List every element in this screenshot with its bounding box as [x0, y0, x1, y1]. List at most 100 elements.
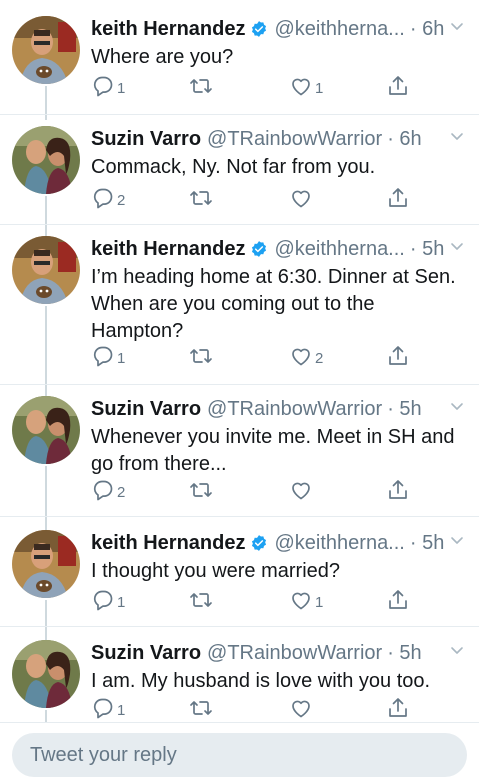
like-count: 2: [315, 349, 324, 367]
like-count: 1: [315, 593, 324, 611]
author-handle[interactable]: @TRainbowWarrior: [207, 398, 382, 421]
share-icon: [386, 696, 410, 724]
tweet-text: I am. My husband is love with you too.: [91, 670, 431, 692]
like-button[interactable]: 1: [289, 588, 323, 616]
retweet-button[interactable]: [189, 588, 213, 616]
like-icon: [289, 588, 313, 616]
timestamp[interactable]: · 6h: [387, 128, 421, 151]
like-button[interactable]: [289, 478, 315, 506]
chevron-down-icon[interactable]: [449, 128, 465, 144]
author-name[interactable]: Suzin Varro: [91, 128, 201, 151]
author-name[interactable]: keith Hernandez: [91, 238, 245, 261]
reply-icon: [91, 588, 115, 616]
chevron-down-icon[interactable]: [449, 532, 465, 548]
retweet-icon: [189, 74, 213, 102]
like-icon: [289, 478, 313, 506]
retweet-icon: [189, 344, 213, 372]
like-count: 1: [315, 79, 324, 97]
divider: [0, 384, 479, 385]
tweet-text: Where are you?: [91, 46, 234, 68]
tweet[interactable]: Suzin Varro @TRainbowWarrior · 5h Whenev…: [0, 394, 479, 516]
retweet-icon: [189, 696, 213, 724]
reply-button[interactable]: 1: [91, 74, 125, 102]
tweet[interactable]: keith Hernandez @keithherna... · 5h I’m …: [0, 234, 479, 384]
avatar-suzin[interactable]: [12, 640, 80, 708]
like-button[interactable]: 2: [289, 344, 323, 372]
share-button[interactable]: [386, 74, 410, 102]
author-name[interactable]: keith Hernandez: [91, 532, 245, 555]
thread-line: [45, 196, 47, 236]
reply-button[interactable]: 1: [91, 588, 125, 616]
share-button[interactable]: [386, 588, 410, 616]
reply-count: 1: [117, 349, 126, 367]
share-icon: [386, 74, 410, 102]
reply-button[interactable]: 2: [91, 478, 125, 506]
tweet[interactable]: Suzin Varro @TRainbowWarrior · 6h Commac…: [0, 124, 479, 216]
avatar-keith[interactable]: [12, 236, 80, 304]
author-handle[interactable]: @TRainbowWarrior: [207, 128, 382, 151]
tweet[interactable]: keith Hernandez @keithherna... · 5h I th…: [0, 528, 479, 620]
timestamp[interactable]: · 5h: [410, 238, 444, 261]
author-handle[interactable]: @keithherna...: [274, 532, 404, 555]
thread-line: [45, 466, 47, 530]
retweet-button[interactable]: [189, 696, 213, 724]
avatar-suzin[interactable]: [12, 396, 80, 464]
reply-button[interactable]: 1: [91, 696, 125, 724]
like-button[interactable]: 1: [289, 74, 323, 102]
timestamp[interactable]: · 6h: [410, 18, 444, 41]
timestamp[interactable]: · 5h: [387, 398, 421, 421]
reply-icon: [91, 696, 115, 724]
share-button[interactable]: [386, 696, 410, 724]
reply-icon: [91, 74, 115, 102]
share-icon: [386, 478, 410, 506]
reply-icon: [91, 478, 115, 506]
share-button[interactable]: [386, 186, 410, 214]
timestamp[interactable]: · 5h: [410, 532, 444, 555]
divider: [0, 516, 479, 517]
verified-badge-icon: [250, 20, 268, 38]
share-button[interactable]: [386, 478, 410, 506]
retweet-button[interactable]: [189, 186, 213, 214]
author-name[interactable]: keith Hernandez: [91, 18, 245, 41]
tweet[interactable]: Suzin Varro @TRainbowWarrior · 5h I am. …: [0, 638, 479, 724]
share-icon: [386, 588, 410, 616]
chevron-down-icon[interactable]: [449, 238, 465, 254]
tweet[interactable]: keith Hernandez @keithherna... · 6h Wher…: [0, 14, 479, 106]
retweet-button[interactable]: [189, 74, 213, 102]
avatar-keith[interactable]: [12, 16, 80, 84]
divider: [0, 224, 479, 225]
reply-button[interactable]: 1: [91, 344, 125, 372]
reply-count: 1: [117, 79, 126, 97]
reply-button[interactable]: 2: [91, 186, 125, 214]
avatar-keith[interactable]: [12, 530, 80, 598]
thread-line: [45, 306, 47, 396]
author-handle[interactable]: @keithherna...: [274, 238, 404, 261]
timestamp[interactable]: · 5h: [387, 642, 421, 665]
thread-line: [45, 600, 47, 640]
reply-input[interactable]: Tweet your reply: [12, 733, 467, 777]
retweet-button[interactable]: [189, 344, 213, 372]
verified-badge-icon: [250, 240, 268, 258]
like-icon: [289, 186, 313, 214]
like-button[interactable]: [289, 696, 315, 724]
share-icon: [386, 186, 410, 214]
tweet-text: Commack, Ny. Not far from you.: [91, 156, 376, 178]
chevron-down-icon[interactable]: [449, 18, 465, 34]
author-handle[interactable]: @TRainbowWarrior: [207, 642, 382, 665]
avatar-suzin[interactable]: [12, 126, 80, 194]
reply-count: 1: [117, 593, 126, 611]
retweet-icon: [189, 186, 213, 214]
retweet-button[interactable]: [189, 478, 213, 506]
author-name[interactable]: Suzin Varro: [91, 398, 201, 421]
like-button[interactable]: [289, 186, 315, 214]
reply-count: 2: [117, 191, 126, 209]
chevron-down-icon[interactable]: [449, 398, 465, 414]
chevron-down-icon[interactable]: [449, 642, 465, 658]
author-name[interactable]: Suzin Varro: [91, 642, 201, 665]
share-icon: [386, 344, 410, 372]
like-icon: [289, 344, 313, 372]
divider: [0, 114, 479, 115]
like-icon: [289, 696, 313, 724]
share-button[interactable]: [386, 344, 410, 372]
author-handle[interactable]: @keithherna...: [274, 18, 404, 41]
